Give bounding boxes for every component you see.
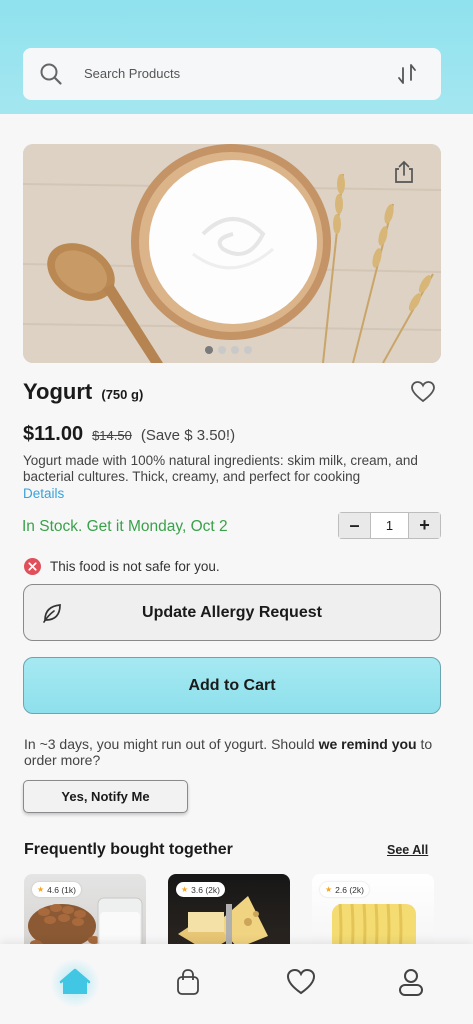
star-icon: ★ [325, 885, 333, 894]
details-link[interactable]: Details [23, 486, 64, 501]
star-icon: ★ [181, 885, 189, 894]
product-image[interactable] [23, 144, 441, 363]
add-to-cart-button[interactable]: Add to Cart [23, 657, 441, 714]
bag-icon[interactable] [172, 966, 204, 998]
star-icon: ★ [37, 885, 45, 894]
notify-label: Yes, Notify Me [61, 789, 150, 804]
heart-icon[interactable] [410, 380, 436, 404]
reminder-bold: we remind you [318, 736, 417, 752]
allergy-warning: This food is not safe for you. [24, 558, 220, 575]
rating-badge: ★ 3.6 (2k) [176, 882, 225, 897]
sort-icon[interactable] [397, 63, 417, 85]
rating-value: 3.6 (2k) [191, 884, 220, 895]
savings-label: (Save $ 3.50!) [140, 427, 236, 444]
reminder-prefix: In ~3 days, you might run out of yogurt.… [24, 736, 319, 752]
home-icon[interactable] [59, 966, 91, 998]
pagination-dot[interactable] [244, 346, 252, 354]
share-icon[interactable] [393, 160, 415, 184]
quantity-value[interactable]: 1 [370, 513, 409, 538]
pagination-dot[interactable] [218, 346, 226, 354]
update-allergy-button[interactable]: Update Allergy Request [23, 584, 441, 641]
pagination-dot[interactable] [231, 346, 239, 354]
header: Search Products [0, 0, 473, 114]
image-pagination[interactable] [205, 346, 252, 354]
x-circle-icon [24, 558, 41, 575]
add-to-cart-label: Add to Cart [188, 676, 276, 694]
see-all-link[interactable]: See All [387, 843, 428, 857]
current-price: $11.00 [23, 423, 84, 445]
notify-me-button[interactable]: Yes, Notify Me [23, 780, 188, 813]
rating-badge: ★ 4.6 (1k) [32, 882, 81, 897]
old-price: $14.50 [92, 428, 132, 443]
quantity-stepper[interactable]: – 1 + [338, 512, 441, 539]
yogurt-photo [23, 144, 441, 363]
warning-text: This food is not safe for you. [50, 559, 220, 574]
section-title: Frequently bought together [24, 841, 233, 858]
search-bar[interactable]: Search Products [23, 48, 441, 100]
rating-value: 2.6 (2k) [335, 884, 364, 895]
pagination-dot[interactable] [205, 346, 213, 354]
product-description: Yogurt made with 100% natural ingredient… [23, 453, 418, 484]
product-title: Yogurt (750 g) [23, 379, 143, 405]
search-icon[interactable] [39, 62, 63, 86]
heart-icon[interactable] [285, 966, 317, 998]
decrease-button[interactable]: – [339, 513, 370, 538]
rating-badge: ★ 2.6 (2k) [320, 882, 369, 897]
increase-button[interactable]: + [409, 513, 440, 538]
price-row: $11.00 $14.50 (Save $ 3.50!) [23, 423, 235, 446]
reminder-text: In ~3 days, you might run out of yogurt.… [24, 736, 439, 768]
search-input[interactable]: Search Products [84, 66, 180, 81]
product-weight: (750 g) [101, 387, 144, 402]
user-icon[interactable] [395, 966, 427, 998]
bottom-tab-bar [0, 944, 473, 1024]
product-name: Yogurt [23, 379, 93, 404]
allergy-button-label: Update Allergy Request [142, 603, 322, 621]
rating-value: 4.6 (1k) [47, 884, 76, 895]
leaf-icon [43, 604, 61, 623]
stock-status: In Stock. Get it Monday, Oct 2 [22, 518, 228, 535]
